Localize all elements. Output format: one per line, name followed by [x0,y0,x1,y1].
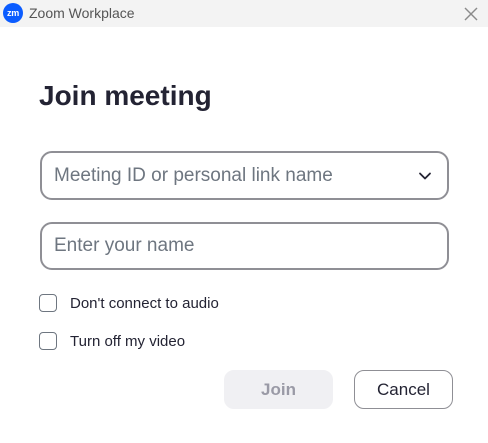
name-input[interactable] [54,224,444,268]
meeting-id-input[interactable] [54,153,414,198]
window-title: Zoom Workplace [29,5,135,21]
join-button[interactable]: Join [224,370,333,409]
turn-off-video-label[interactable]: Turn off my video [70,333,185,350]
dont-connect-audio-option[interactable]: Don't connect to audio [39,293,219,313]
meeting-id-combobox[interactable] [40,151,449,200]
dont-connect-audio-label[interactable]: Don't connect to audio [70,295,219,312]
close-button[interactable] [460,3,482,25]
meeting-history-dropdown-button[interactable] [417,168,433,184]
turn-off-video-option[interactable]: Turn off my video [39,331,185,351]
zoom-logo-icon: zm [3,3,23,23]
dont-connect-audio-checkbox[interactable] [39,294,57,312]
name-field[interactable] [40,222,449,270]
chevron-down-icon [419,172,431,180]
close-icon [464,7,478,21]
turn-off-video-checkbox[interactable] [39,332,57,350]
page-title: Join meeting [39,80,212,111]
title-bar: zm Zoom Workplace [0,0,488,27]
cancel-button[interactable]: Cancel [354,370,453,409]
